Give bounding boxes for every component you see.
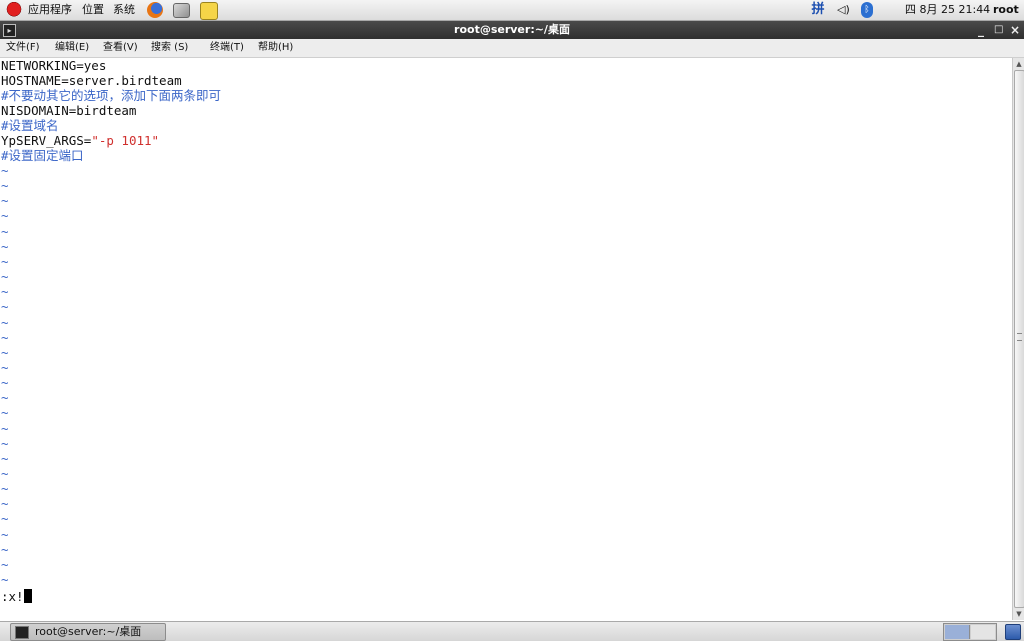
comment-line: #不要动其它的选项，添加下面两条即可 — [1, 88, 222, 103]
workspace-1[interactable] — [945, 625, 970, 639]
tilde-line: ~ — [1, 405, 9, 421]
command-line[interactable]: :x! — [1, 589, 32, 604]
notes-icon[interactable] — [200, 2, 218, 20]
trash-icon[interactable] — [1005, 624, 1021, 640]
terminal-icon — [15, 626, 29, 639]
scroll-up-icon[interactable]: ▲ — [1013, 58, 1024, 70]
scroll-down-icon[interactable]: ▼ — [1013, 608, 1024, 620]
tilde-line: ~ — [1, 238, 9, 254]
tilde-line: ~ — [1, 344, 9, 360]
menu-view[interactable]: 查看(V) — [103, 39, 138, 57]
input-method-indicator[interactable]: 拼 — [810, 0, 826, 20]
tilde-line: ~ — [1, 572, 9, 588]
tilde-line: ~ — [1, 390, 9, 406]
scrollbar[interactable]: ▲ ▼ — [1012, 58, 1024, 620]
tilde-line: ~ — [1, 193, 9, 209]
tilde-line: ~ — [1, 496, 9, 512]
bottom-panel: root@server:~/桌面 — [0, 621, 1024, 641]
tilde-line: ~ — [1, 253, 9, 269]
tilde-line: ~ — [1, 526, 9, 542]
tilde-line: ~ — [1, 314, 9, 330]
comment-line: #设置固定端口 — [1, 148, 84, 163]
applications-menu[interactable]: 应用程序 — [28, 0, 72, 20]
comment-line: #设置域名 — [1, 118, 59, 133]
tilde-line: ~ — [1, 435, 9, 451]
grip-icon — [1017, 333, 1022, 341]
tilde-line: ~ — [1, 163, 9, 178]
tilde-line: ~ — [1, 375, 9, 391]
window-titlebar[interactable]: ▸ root@server:~/桌面 _ □ × — [0, 21, 1024, 39]
tilde-line: ~ — [1, 481, 9, 497]
menubar: 文件(F) 编辑(E) 查看(V) 搜索 (S) 终端(T) 帮助(H) — [0, 39, 1024, 58]
tilde-line: ~ — [1, 466, 9, 481]
menu-terminal[interactable]: 终端(T) — [210, 39, 244, 57]
workspace-2[interactable] — [971, 625, 995, 639]
file-line: NISDOMAIN=birdteam — [1, 103, 137, 118]
tilde-line: ~ — [1, 541, 9, 557]
task-label: root@server:~/桌面 — [35, 625, 142, 638]
menu-file[interactable]: 文件(F) — [6, 39, 40, 57]
text-cursor — [23, 589, 32, 603]
top-panel: 应用程序 位置 系统 拼 ◁) ᛒ 四 8月 25 21:44 root — [0, 0, 1024, 21]
tilde-line: ~ — [1, 450, 9, 466]
tilde-line: ~ — [1, 420, 9, 436]
tilde-line: ~ — [1, 511, 9, 527]
bluetooth-icon[interactable]: ᛒ — [861, 2, 873, 18]
terminal-area[interactable]: NETWORKING=yes HOSTNAME=server.birdteam … — [0, 58, 1012, 620]
volume-icon[interactable]: ◁) — [837, 0, 850, 20]
email-icon[interactable] — [173, 3, 190, 18]
setting-value: "-p 1011" — [91, 133, 160, 148]
file-line: NETWORKING=yes — [1, 58, 107, 73]
taskbar-terminal-task[interactable]: root@server:~/桌面 — [10, 623, 166, 641]
menu-edit[interactable]: 编辑(E) — [55, 39, 89, 57]
tilde-line: ~ — [1, 299, 9, 315]
tilde-line: ~ — [1, 556, 9, 572]
firefox-icon[interactable] — [147, 2, 163, 18]
workspace-switcher[interactable] — [943, 623, 997, 641]
maximize-button[interactable]: □ — [994, 21, 1003, 39]
menu-help[interactable]: 帮助(H) — [258, 39, 293, 57]
clock[interactable]: 四 8月 25 21:44 — [905, 0, 990, 20]
system-menu[interactable]: 系统 — [113, 0, 135, 20]
file-line: YpSERV_ARGS="-p 1011" — [1, 133, 159, 148]
redhat-icon[interactable] — [6, 2, 22, 18]
tilde-line: ~ — [1, 223, 9, 239]
setting-key: YpSERV_ARGS= — [1, 133, 92, 148]
window-title: root@server:~/桌面 — [454, 23, 570, 36]
tilde-line: ~ — [1, 359, 9, 375]
user-menu[interactable]: root — [993, 0, 1019, 20]
tilde-line: ~ — [1, 269, 9, 285]
tilde-line: ~ — [1, 178, 9, 194]
vim-command: :x! — [1, 589, 24, 604]
tilde-line: ~ — [1, 329, 9, 345]
file-line: HOSTNAME=server.birdteam — [1, 73, 182, 88]
menu-search[interactable]: 搜索 (S) — [151, 39, 188, 57]
close-button[interactable]: × — [1010, 21, 1020, 39]
places-menu[interactable]: 位置 — [82, 0, 104, 20]
tilde-line: ~ — [1, 208, 9, 224]
tilde-line: ~ — [1, 284, 9, 300]
minimize-button[interactable]: _ — [978, 21, 984, 39]
scrollbar-thumb[interactable] — [1014, 70, 1024, 608]
